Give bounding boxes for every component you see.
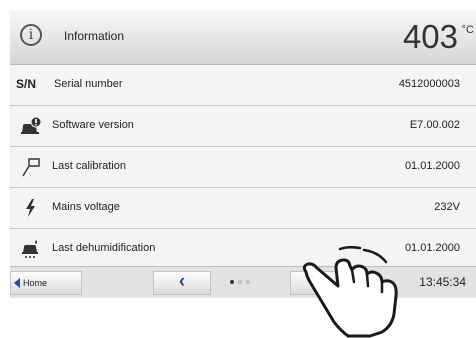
row-value: 4512000003 — [398, 78, 460, 90]
row-value: 232V — [434, 201, 460, 213]
lightning-icon — [26, 199, 35, 217]
dehumidification-icon — [22, 240, 38, 258]
home-arrow-icon — [14, 278, 20, 288]
page-dot-2 — [238, 280, 242, 284]
serial-number-icon: S/N — [16, 77, 37, 91]
temperature-unit: °C — [461, 24, 474, 36]
page-title: Information — [64, 29, 125, 43]
software-icon — [21, 116, 42, 134]
info-list: S/N Serial number 4512000003 Software ve… — [10, 65, 476, 270]
temperature-value: 403 — [402, 18, 458, 55]
row-label: Mains voltage — [52, 201, 120, 213]
chevron-left-icon: ‹ — [178, 271, 186, 292]
page-dot-3 — [246, 280, 250, 284]
back-button[interactable]: ‹ — [153, 271, 211, 295]
home-button[interactable]: Home — [10, 271, 82, 295]
row-mains-voltage: Mains voltage 232V — [10, 188, 476, 229]
row-last-calibration: Last calibration 01.01.2000 — [10, 147, 476, 188]
row-label: Last dehumidification — [52, 242, 156, 254]
pointing-hand-icon — [302, 246, 398, 338]
header: i Information 403 °C — [10, 10, 476, 65]
calibration-icon — [22, 158, 40, 177]
row-label: Serial number — [54, 78, 123, 90]
pagination-dots — [230, 280, 254, 286]
row-value: E7.00.002 — [409, 119, 460, 131]
row-label: Last calibration — [52, 160, 126, 172]
home-label: Home — [23, 278, 48, 288]
page-dot-1 — [230, 280, 234, 284]
info-icon: i — [20, 24, 42, 46]
row-software-version: Software version E7.00.002 — [10, 106, 476, 147]
row-label: Software version — [52, 119, 134, 131]
row-value: 01.01.2000 — [404, 160, 460, 172]
row-serial-number: S/N Serial number 4512000003 — [10, 65, 476, 106]
